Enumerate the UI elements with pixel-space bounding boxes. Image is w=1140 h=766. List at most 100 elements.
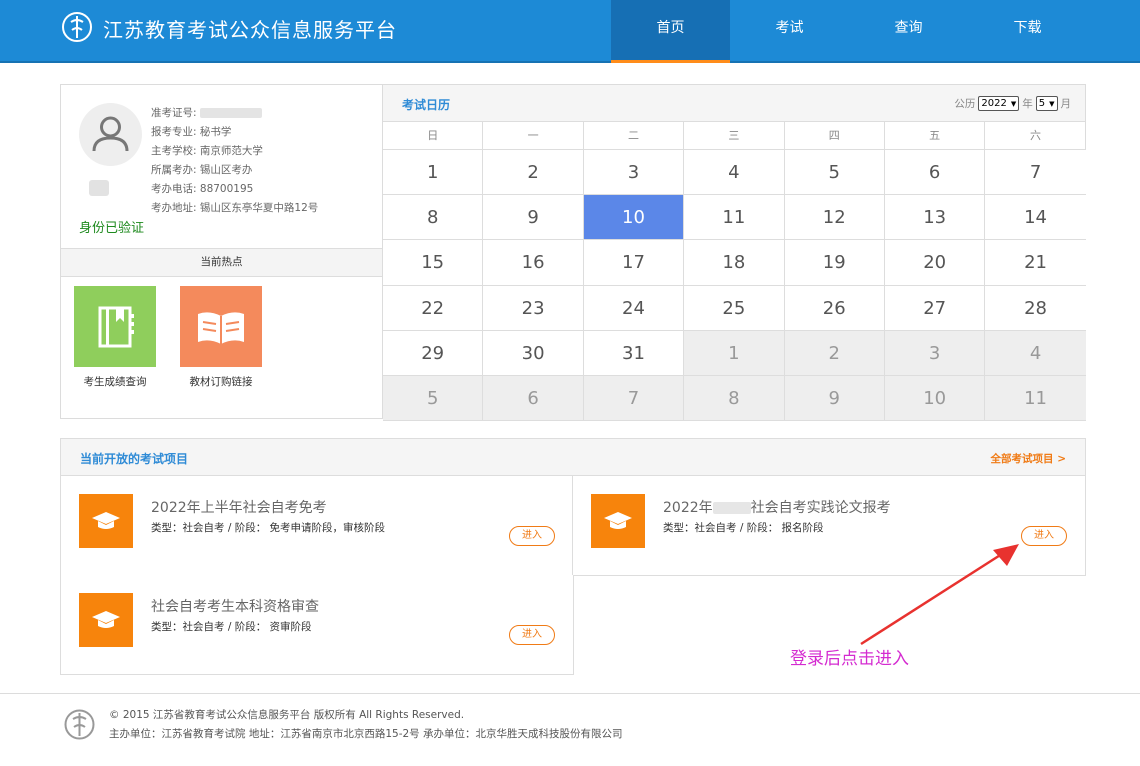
info-value: 锡山区考办 <box>199 164 253 176</box>
exam-card: 社会自考考生本科资格审查 类型：社会自考 / 阶段： 资审阶段 进入 <box>60 575 574 675</box>
calendar-week-row: 5 6 7 8 9 10 11 <box>383 375 1086 422</box>
calendar-day[interactable]: 21 <box>985 240 1086 286</box>
calendar-day[interactable]: 20 <box>884 240 986 286</box>
exam-name: 社会自考考生本科资格审查 <box>151 599 319 615</box>
calendar-day[interactable]: 7 <box>985 150 1086 196</box>
copyright-text: © 2015 江苏省教育考试公众信息服务平台 版权所有 All Rights R… <box>109 709 465 721</box>
calendar-day[interactable]: 3 <box>583 150 685 196</box>
info-label: 准考证号: <box>151 107 197 119</box>
annotation-text: 登录后点击进入 <box>790 649 909 669</box>
year-select[interactable]: 2022 ▼ <box>978 96 1020 111</box>
calendar-day[interactable]: 17 <box>583 240 685 286</box>
exam-name: 2022年上半年社会自考免考 <box>151 500 327 516</box>
calendar-day-other-month[interactable]: 6 <box>483 375 584 422</box>
hot-topics-title: 当前热点 <box>61 248 382 277</box>
calendar-day-other-month[interactable]: 3 <box>884 330 986 376</box>
calendar-day[interactable]: 12 <box>784 195 885 241</box>
calendar-day[interactable]: 24 <box>583 285 685 331</box>
chevron-down-icon: ▼ <box>1010 99 1017 108</box>
month-select[interactable]: 5 ▼ <box>1035 96 1058 111</box>
calendar-day[interactable]: 13 <box>884 195 986 241</box>
calendar-day[interactable]: 31 <box>583 330 685 376</box>
calendar-day[interactable]: 8 <box>383 195 484 241</box>
calendar-day[interactable]: 29 <box>383 330 484 376</box>
exam-name: 2022年 社会自考实践论文报考 <box>663 497 891 517</box>
info-major: 报考专业: 秘书学 <box>151 123 318 142</box>
all-exams-link[interactable]: 全部考试项目 > <box>991 451 1066 466</box>
admission-number-redacted <box>199 108 262 118</box>
info-label: 主考学校: <box>151 145 197 157</box>
open-exams-title: 当前开放的考试项目 <box>80 452 189 466</box>
calendar-day[interactable]: 30 <box>483 330 584 376</box>
calendar-day[interactable]: 22 <box>383 285 484 331</box>
calendar-day[interactable]: 26 <box>784 285 885 331</box>
hot-item-score-query[interactable]: 考生成绩查询 <box>74 286 156 389</box>
calendar-day-other-month[interactable]: 7 <box>583 375 685 422</box>
calendar-day[interactable]: 18 <box>684 240 785 286</box>
calendar-grid: 日一二三四五六 1 2 3 4 5 6 7 8 9 10 11 12 13 14 15 16 17 18 19 20 2… <box>383 122 1086 422</box>
month-select-value: 5 <box>1038 98 1046 109</box>
calendar-day-other-month[interactable]: 2 <box>784 330 885 376</box>
nav-download[interactable]: 下载 <box>968 0 1087 63</box>
calendar-controls: 公历 2022 ▼ 年 5 ▼ 月 <box>954 96 1071 111</box>
calendar-day-other-month[interactable]: 5 <box>383 375 484 422</box>
calendar-day[interactable]: 9 <box>483 195 584 241</box>
calendar-day[interactable]: 25 <box>684 285 785 331</box>
calendar-day[interactable]: 16 <box>483 240 584 286</box>
nav-exam[interactable]: 考试 <box>730 0 849 63</box>
year-select-value: 2022 <box>981 98 1007 109</box>
graduation-cap-icon <box>591 494 645 548</box>
year-unit-label: 年 <box>1022 98 1033 110</box>
weekday-header: 日 <box>383 122 484 150</box>
info-value: 秘书学 <box>199 126 232 138</box>
calendar-title: 考试日历 <box>402 98 451 112</box>
organizer-text: 主办单位：江苏省教育考试院 地址：江苏省南京市北京西路15-2号 承办单位：北京… <box>109 728 623 740</box>
calendar-day-other-month[interactable]: 4 <box>985 330 1086 376</box>
calendar-day[interactable]: 19 <box>784 240 885 286</box>
calendar-day[interactable]: 28 <box>985 285 1086 331</box>
calendar-week-row: 15 16 17 18 19 20 21 <box>383 240 1086 286</box>
info-value: 88700195 <box>199 183 254 195</box>
month-unit-label: 月 <box>1060 98 1072 110</box>
nav-home[interactable]: 首页 <box>611 0 730 63</box>
info-phone: 考办电话: 88700195 <box>151 180 318 199</box>
calendar-day[interactable]: 11 <box>684 195 785 241</box>
calendar-day-other-month[interactable]: 11 <box>985 375 1086 422</box>
exam-meta: 类型：社会自考 / 阶段： 资审阶段 <box>151 621 312 633</box>
nav-query[interactable]: 查询 <box>849 0 968 63</box>
info-label: 考办地址: <box>151 202 197 214</box>
calendar-day[interactable]: 15 <box>383 240 484 286</box>
weekday-header: 一 <box>483 122 584 150</box>
exam-calendar: 考试日历 公历 2022 ▼ 年 5 ▼ 月 日一二三四五六 1 2 3 4 5 6 7 8 9 10… <box>382 84 1086 422</box>
calendar-day[interactable]: 14 <box>985 195 1086 241</box>
calendar-day-other-month[interactable]: 9 <box>784 375 885 422</box>
calendar-day[interactable]: 5 <box>784 150 885 196</box>
info-address: 考办地址: 锡山区东亭华夏中路12号 <box>151 199 318 218</box>
weekday-header: 二 <box>583 122 685 150</box>
calendar-day-other-month[interactable]: 8 <box>684 375 785 422</box>
exam-meta: 类型：社会自考 / 阶段： 免考申请阶段，审核阶段 <box>151 522 386 534</box>
profile-info: 准考证号: 报考专业: 秘书学 主考学校: 南京师范大学 所属考办: 锡山区考办… <box>151 104 318 218</box>
site-title: 江苏教育考试公众信息服务平台 <box>103 18 397 42</box>
info-value: 南京师范大学 <box>199 145 263 157</box>
calendar-day-other-month[interactable]: 1 <box>684 330 785 376</box>
enter-button[interactable]: 进入 <box>509 526 555 546</box>
calendar-day[interactable]: 4 <box>684 150 785 196</box>
info-office: 所属考办: 锡山区考办 <box>151 161 318 180</box>
calendar-day[interactable]: 6 <box>884 150 986 196</box>
exam-name-prefix: 2022年 <box>663 500 713 516</box>
notebook-icon <box>74 286 156 367</box>
exam-name-suffix: 社会自考实践论文报考 <box>750 500 891 516</box>
enter-button[interactable]: 进入 <box>509 625 555 645</box>
info-label: 考办电话: <box>151 183 197 195</box>
graduation-cap-icon <box>79 494 133 548</box>
calendar-day[interactable]: 1 <box>383 150 484 196</box>
chevron-down-icon: ▼ <box>1049 99 1055 108</box>
calendar-day[interactable]: 10 <box>583 195 685 241</box>
calendar-day-other-month[interactable]: 10 <box>884 375 986 422</box>
hot-item-textbook-order[interactable]: 教材订购链接 <box>180 286 262 389</box>
calendar-day[interactable]: 2 <box>483 150 584 196</box>
weekday-header: 四 <box>784 122 885 150</box>
calendar-day[interactable]: 27 <box>884 285 986 331</box>
calendar-day[interactable]: 23 <box>483 285 584 331</box>
